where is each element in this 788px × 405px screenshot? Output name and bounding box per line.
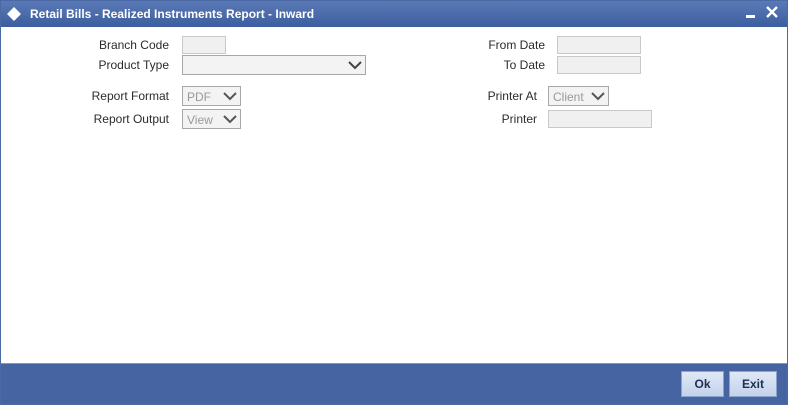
exit-button[interactable]: Exit: [729, 371, 777, 397]
product-type-label: Product Type: [98, 58, 170, 72]
ok-button[interactable]: Ok: [681, 371, 724, 397]
chevron-down-icon: [348, 61, 362, 70]
title-bar[interactable]: Retail Bills - Realized Instruments Repo…: [1, 1, 787, 27]
report-output-select[interactable]: View: [182, 109, 241, 129]
report-window: Retail Bills - Realized Instruments Repo…: [0, 0, 788, 405]
branch-code-input[interactable]: [182, 36, 226, 54]
from-date-label: From Date: [488, 38, 545, 52]
product-type-select[interactable]: [182, 55, 366, 75]
chevron-down-icon: [223, 92, 237, 101]
report-format-select[interactable]: PDF: [182, 86, 241, 106]
from-date-input[interactable]: [557, 36, 641, 54]
window-title: Retail Bills - Realized Instruments Repo…: [30, 7, 315, 21]
printer-at-value: Client: [553, 90, 584, 104]
chevron-down-icon: [223, 115, 237, 124]
chevron-down-icon: [591, 92, 605, 101]
printer-label: Printer: [501, 112, 537, 126]
report-format-label: Report Format: [91, 89, 169, 103]
branch-code-label: Branch Code: [98, 38, 169, 52]
to-date-input[interactable]: [557, 56, 641, 74]
diamond-icon: [7, 7, 21, 21]
footer-bar: Ok Exit: [1, 363, 787, 404]
close-icon[interactable]: [763, 4, 781, 22]
printer-input[interactable]: [548, 110, 652, 128]
printer-at-select[interactable]: Client: [548, 86, 609, 106]
report-format-value: PDF: [187, 90, 211, 104]
minimize-icon[interactable]: [742, 4, 760, 22]
to-date-label: To Date: [503, 58, 545, 72]
report-output-label: Report Output: [93, 112, 169, 126]
report-output-value: View: [187, 113, 213, 127]
printer-at-label: Printer At: [487, 89, 537, 103]
